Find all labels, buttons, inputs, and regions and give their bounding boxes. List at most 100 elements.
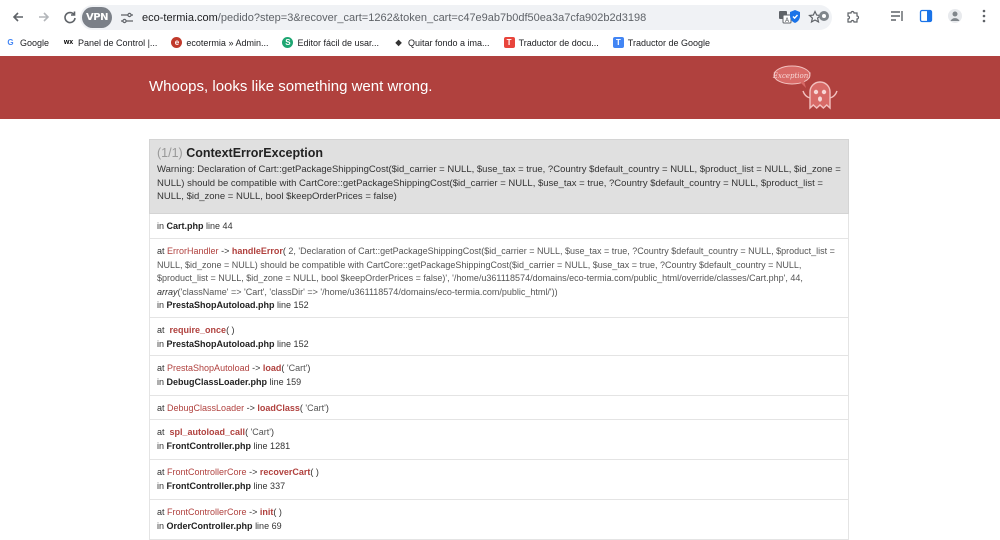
trace-line: line 337 [253,480,286,491]
puzzle-extensions-icon[interactable] [843,6,863,26]
bookmark-panel-control[interactable]: wx Panel de Control |... [63,37,158,48]
exception-message: Warning: Declaration of Cart::getPackage… [157,164,841,202]
url-text: eco-termia.com/pedido?step=3&recover_car… [142,12,646,24]
back-icon[interactable] [6,5,30,29]
trace-arrow: -> [249,467,258,477]
trace-class: FrontControllerCore [167,507,247,517]
trace-location: in DebugClassLoader.php line 159 [157,376,841,390]
bookmark-label: Google [20,37,50,48]
trace-at-label: at [157,427,165,437]
profile-icon[interactable] [945,6,965,26]
trace-class: PrestaShopAutoload [167,363,250,373]
bookmark-label: ecotermia » Admin... [186,37,269,48]
bookmark-label: Quitar fondo a ima... [408,37,490,48]
trace-location: in PrestaShopAutoload.php line 152 [157,299,841,313]
trace-at-label: at [157,363,165,373]
trace-at-label: at [157,403,165,413]
trace-at-label: at [157,467,165,477]
exception-count: (1/1) [157,146,183,160]
exception-title: (1/1) ContextErrorException [157,146,841,160]
trace-item: at ErrorHandler -> handleError( 2, 'Decl… [149,239,849,318]
trace-location: in FrontController.php line 337 [157,480,841,494]
trace-call: at DebugClassLoader -> loadClass( 'Cart'… [157,403,329,413]
trace-function: require_once [169,325,227,335]
bookmark-google[interactable]: G Google [5,37,49,48]
trace-file: FrontController.php [166,480,252,491]
vpn-badge[interactable]: VPN [82,7,112,28]
trace-at-label: at [157,246,165,256]
trace-file: FrontController.php [166,440,252,451]
trace-call: at PrestaShopAutoload -> load( 'Cart') [157,363,311,373]
url-host: eco-termia.com [142,11,218,24]
trace-arrow: -> [246,403,255,413]
ghost-bubble-text: Exception! [772,72,811,80]
trace-in-label: in [157,520,165,531]
trace-at-label: at [157,325,165,335]
trace-location: in FrontController.php line 1281 [157,440,841,454]
trace-arrow: -> [221,246,230,256]
trace-file: DebugClassLoader.php [166,376,268,387]
trace-call: at ErrorHandler -> handleError( 2, 'Decl… [157,246,835,297]
trace-item: at spl_autoload_call( 'Cart') in FrontCo… [149,420,849,460]
browser-toolbar: VPN eco-termia.com/pedido?step=3&recover… [0,0,1000,33]
trace-in-label: in [157,300,165,310]
gear-extension-icon[interactable] [814,6,834,26]
error-content: (1/1) ContextErrorException Warning: Dec… [0,119,1000,540]
trace-arrow: -> [249,507,258,517]
bookmark-quitar-fondo[interactable]: ◆ Quitar fondo a ima... [393,37,490,48]
trace-class: ErrorHandler [167,246,219,256]
shield-extension-icon[interactable] [785,6,805,26]
trace-file: Cart.php [166,221,204,231]
trace-arrow: -> [252,363,261,373]
bookmark-editor[interactable]: S Editor fácil de usar... [282,37,379,48]
reload-icon[interactable] [58,5,82,29]
menu-kebab-icon[interactable] [974,6,994,26]
bookmark-traductor-google[interactable]: T Traductor de Google [612,37,710,48]
trace-function: loadClass [257,403,300,413]
wix-icon: wx [63,39,74,46]
trace-line: line 152 [277,300,309,310]
bookmarks-bar: G Google wx Panel de Control |... e ecot… [0,33,1000,52]
exception-name: ContextErrorException [186,146,324,160]
exception-summary: (1/1) ContextErrorException Warning: Dec… [149,139,849,214]
trace-file: OrderController.php [166,520,253,531]
trace-function: recoverCart [259,467,311,477]
bookmark-label: Editor fácil de usar... [297,37,380,48]
trace-item: at PrestaShopAutoload -> load( 'Cart') i… [149,356,849,396]
trace-line: line 1281 [253,440,291,451]
trace-line: line 44 [206,221,233,231]
site-settings-icon[interactable] [118,9,136,27]
trace-line: line 159 [269,376,302,387]
trace-item: at require_once( ) in PrestaShopAutoload… [149,318,849,356]
trace-location: in OrderController.php line 69 [157,520,841,534]
google-translate-icon: T [612,37,624,48]
trace-location: in PrestaShopAutoload.php line 152 [157,338,841,352]
url-path: /pedido?step=3&recover_cart=1262&token_c… [217,11,647,24]
address-bar[interactable]: VPN eco-termia.com/pedido?step=3&recover… [80,5,832,30]
google-icon: G [7,38,14,47]
trace-item: at DebugClassLoader -> loadClass( 'Cart'… [149,396,849,420]
doc-translator-icon: T [503,37,515,48]
trace-at-label: at [157,507,165,517]
trace-in-label: in [157,480,165,491]
trace-args: 'Cart' [286,363,308,373]
trace-args: 'Cart' [305,403,326,413]
trace-array-args: ('className' => 'Cart', 'classDir' => '/… [177,286,558,297]
forward-icon[interactable] [32,5,56,29]
trace-file: PrestaShopAutoload.php [166,338,275,349]
trace-in-label: in [157,338,165,349]
reading-list-icon[interactable] [887,6,907,26]
trace-line: line 152 [277,338,309,349]
error-header: Whoops, looks like something went wrong.… [0,56,1000,119]
bookmark-traductor-docu[interactable]: T Traductor de docu... [503,37,599,48]
trace-class: FrontControllerCore [167,467,247,477]
side-panel-icon[interactable] [916,6,936,26]
trace-function: load [262,363,282,373]
trace-in-label: in [157,221,165,231]
bookmark-label: Traductor de docu... [518,37,599,48]
trace-call: at spl_autoload_call( 'Cart') [157,427,275,437]
bookmark-ecotermia-admin[interactable]: e ecotermia » Admin... [171,37,268,48]
error-title: Whoops, looks like something went wrong. [149,78,433,95]
ghost-exception-icon: Exception! [772,65,838,110]
ecotermia-icon: e [171,37,183,48]
